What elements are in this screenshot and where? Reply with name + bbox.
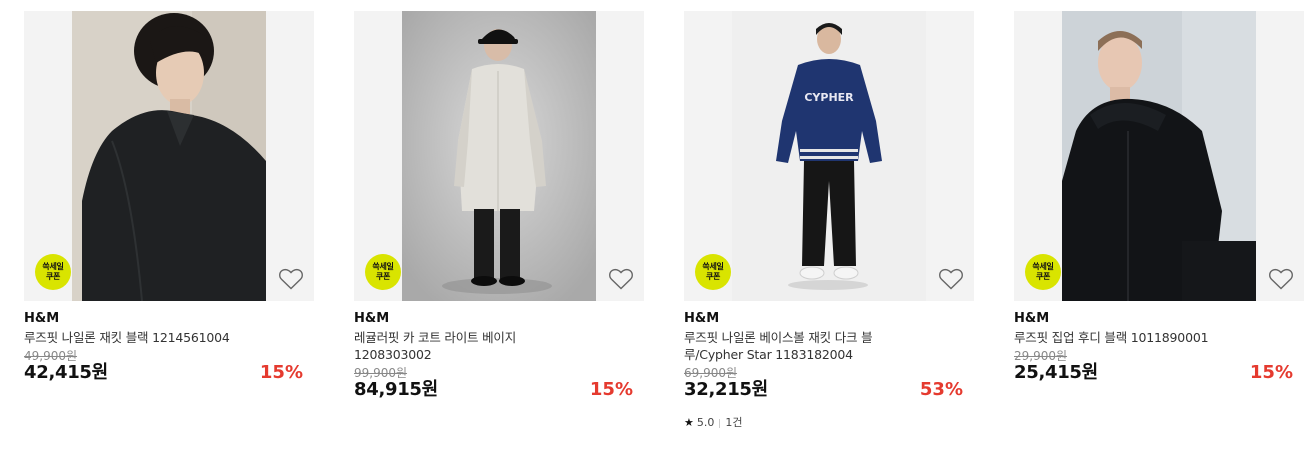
coupon-badge: 쓱세일 쿠폰 [1025,254,1061,290]
discount-rate: 15% [589,379,633,400]
wishlist-heart-icon[interactable] [608,267,634,291]
discount-rate: 15% [259,362,303,383]
sale-price: 42,415원 [24,362,108,383]
price-row: 84,915원 15% [354,379,644,404]
product-brand[interactable]: H&M [24,311,314,327]
product-name[interactable]: 레귤러핏 카 코트 라이트 베이지 1208303002 [354,329,584,363]
price-row: 32,215원 53% [684,379,974,404]
sale-price: 84,915원 [354,379,438,400]
product-image[interactable]: 쓱세일 쿠폰 [24,11,314,301]
original-price: 69,900원 [684,366,738,380]
product-brand[interactable]: H&M [1014,311,1304,327]
coupon-badge: 쓱세일 쿠폰 [365,254,401,290]
product-card[interactable]: 쓱세일 쿠폰 H&M 루즈핏 집업 후디 블랙 1011890001 29,90… [1014,11,1304,387]
wishlist-heart-icon[interactable] [278,267,304,291]
review-count: 1건 [725,416,743,429]
product-name[interactable]: 루즈핏 집업 후디 블랙 1011890001 [1014,329,1244,346]
coupon-badge-line2: 쿠폰 [1035,272,1051,281]
product-name[interactable]: 루즈핏 나일론 재킷 블랙 1214561004 [24,329,254,346]
coupon-badge-line1: 쓱세일 [42,262,64,271]
product-info: H&M 루즈핏 나일론 베이스볼 재킷 다크 블루/Cypher Star 11… [684,301,974,430]
product-brand[interactable]: H&M [684,311,974,327]
product-grid: 쓱세일 쿠폰 H&M 루즈핏 나일론 재킷 블랙 1214561004 49,9… [0,0,1311,461]
coupon-badge-line2: 쿠폰 [375,272,391,281]
wishlist-heart-icon[interactable] [938,267,964,291]
product-photo [1062,11,1256,301]
coupon-badge: 쓱세일 쿠폰 [35,254,71,290]
price-row: 42,415원 15% [24,362,314,387]
product-image[interactable]: 쓱세일 쿠폰 [354,11,644,301]
original-price: 49,900원 [24,349,78,363]
coupon-badge-line2: 쿠폰 [705,272,721,281]
product-name[interactable]: 루즈핏 나일론 베이스볼 재킷 다크 블루/Cypher Star 118318… [684,329,914,363]
rating-score: 5.0 [696,416,715,429]
coupon-badge-line2: 쿠폰 [45,272,61,281]
product-image[interactable]: 쓱세일 쿠폰 [1014,11,1304,301]
product-info: H&M 루즈핏 나일론 재킷 블랙 1214561004 49,900원 42,… [24,301,314,387]
coupon-badge-line1: 쓱세일 [372,262,394,271]
sale-price: 25,415원 [1014,362,1098,383]
original-price: 99,900원 [354,366,408,380]
product-brand[interactable]: H&M [354,311,644,327]
product-info: H&M 레귤러핏 카 코트 라이트 베이지 1208303002 99,900원… [354,301,644,404]
product-photo: CYPHER [732,11,926,301]
coupon-badge-line1: 쓱세일 [702,262,724,271]
product-info: H&M 루즈핏 집업 후디 블랙 1011890001 29,900원 25,4… [1014,301,1304,387]
product-rating: ★ 5.0 1건 [684,416,974,430]
product-photo [72,11,266,301]
rating-divider [719,418,721,428]
coupon-badge-line1: 쓱세일 [1032,262,1054,271]
product-image[interactable]: CYPHER 쓱세일 쿠폰 [684,11,974,301]
product-card[interactable]: 쓱세일 쿠폰 H&M 루즈핏 나일론 재킷 블랙 1214561004 49,9… [24,11,314,387]
jacket-print-text: CYPHER [804,91,854,104]
discount-rate: 15% [1249,362,1293,383]
product-card[interactable]: CYPHER 쓱세일 쿠폰 H&M 루즈핏 나일론 베이스볼 재킷 다크 블루/… [684,11,974,430]
wishlist-heart-icon[interactable] [1268,267,1294,291]
product-card[interactable]: 쓱세일 쿠폰 H&M 레귤러핏 카 코트 라이트 베이지 1208303002 … [354,11,644,404]
discount-rate: 53% [919,379,963,400]
product-photo [402,11,596,301]
star-icon: ★ [684,416,694,429]
sale-price: 32,215원 [684,379,768,400]
original-price: 29,900원 [1014,349,1068,363]
price-row: 25,415원 15% [1014,362,1304,387]
coupon-badge: 쓱세일 쿠폰 [695,254,731,290]
